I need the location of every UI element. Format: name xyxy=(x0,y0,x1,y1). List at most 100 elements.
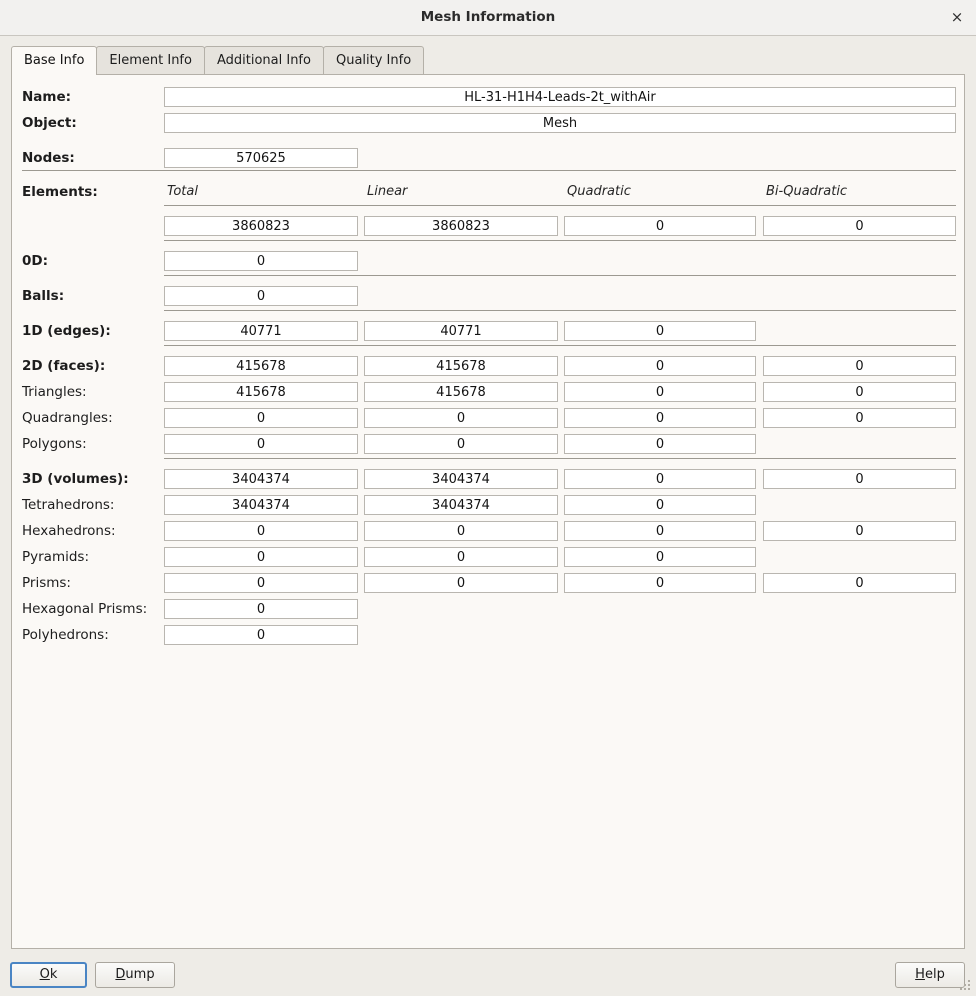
name-label: Name: xyxy=(22,89,72,105)
value-field-r5-c3[interactable]: 0 xyxy=(763,382,956,402)
value-field-r3-c2[interactable]: 0 xyxy=(564,321,756,341)
value-field-r0-c2[interactable]: 0 xyxy=(564,216,756,236)
value-field-r3-c1[interactable]: 40771 xyxy=(364,321,558,341)
resize-grip-icon[interactable] xyxy=(960,980,973,993)
value-field-r14-c0[interactable]: 0 xyxy=(164,625,358,645)
row-label-hexahedrons: Hexahedrons: xyxy=(22,523,116,539)
value-field-r9-c1[interactable]: 3404374 xyxy=(364,495,558,515)
value-field-r7-c1[interactable]: 0 xyxy=(364,434,558,454)
row-label-polyhedrons: Polyhedrons: xyxy=(22,627,109,643)
value-field-r10-c0[interactable]: 0 xyxy=(164,521,358,541)
value-field-r8-c1[interactable]: 3404374 xyxy=(364,469,558,489)
dialog-footer: Ok Dump Help xyxy=(0,955,976,996)
value-field-r7-c2[interactable]: 0 xyxy=(564,434,756,454)
value-field-r12-c3[interactable]: 0 xyxy=(763,573,956,593)
row-label-prisms: Prisms: xyxy=(22,575,71,591)
row-label-quadrangles: Quadrangles: xyxy=(22,410,113,426)
help-mnemonic: H xyxy=(915,967,925,982)
value-field-r0-c0[interactable]: 3860823 xyxy=(164,216,358,236)
value-field-r3-c0[interactable]: 40771 xyxy=(164,321,358,341)
dump-mnemonic: D xyxy=(115,967,126,982)
value-field-r4-c1[interactable]: 415678 xyxy=(364,356,558,376)
value-field-r9-c2[interactable]: 0 xyxy=(564,495,756,515)
value-field-r12-c1[interactable]: 0 xyxy=(364,573,558,593)
tab-base-info[interactable]: Base Info xyxy=(11,46,98,75)
row-label-hexagonal-prisms: Hexagonal Prisms: xyxy=(22,601,148,617)
info-row: Hexagonal Prisms: 0 xyxy=(12,596,964,622)
row-label-triangles: Triangles: xyxy=(22,384,87,400)
close-icon[interactable]: × xyxy=(946,7,968,29)
value-field-r6-c1[interactable]: 0 xyxy=(364,408,558,428)
row-label-tetrahedrons: Tetrahedrons: xyxy=(22,497,115,513)
info-row: Name: HL-31-H1H4-Leads-2t_withAir xyxy=(12,84,964,110)
info-row: Hexahedrons: 0 0 0 0 xyxy=(12,518,964,544)
value-field-r9-c0[interactable]: 3404374 xyxy=(164,495,358,515)
value-field-r11-c1[interactable]: 0 xyxy=(364,547,558,567)
value-field-r13-c0[interactable]: 0 xyxy=(164,599,358,619)
info-row: 2D (faces): 415678 415678 0 0 xyxy=(12,353,964,379)
info-row: 3D (volumes): 3404374 3404374 0 0 xyxy=(12,466,964,492)
value-field-r5-c0[interactable]: 415678 xyxy=(164,382,358,402)
value-field-r5-c1[interactable]: 415678 xyxy=(364,382,558,402)
value-field-r6-c3[interactable]: 0 xyxy=(763,408,956,428)
value-field-r11-c0[interactable]: 0 xyxy=(164,547,358,567)
value-field-r4-c2[interactable]: 0 xyxy=(564,356,756,376)
info-row: Balls: 0 xyxy=(12,283,964,309)
object-label: Object: xyxy=(22,115,77,131)
tab-additional-info[interactable]: Additional Info xyxy=(203,46,324,74)
value-field-r4-c3[interactable]: 0 xyxy=(763,356,956,376)
value-field-r8-c0[interactable]: 3404374 xyxy=(164,469,358,489)
row-label-3d-volumes: 3D (volumes): xyxy=(22,471,129,487)
info-row: 0D: 0 xyxy=(12,248,964,274)
value-field-r7-c0[interactable]: 0 xyxy=(164,434,358,454)
value-field-r2-c0[interactable]: 0 xyxy=(164,286,358,306)
section-separator xyxy=(164,205,956,206)
name-field[interactable]: HL-31-H1H4-Leads-2t_withAir xyxy=(164,87,956,107)
value-field-r8-c2[interactable]: 0 xyxy=(564,469,756,489)
value-field-r5-c2[interactable]: 0 xyxy=(564,382,756,402)
row-label-2d-faces: 2D (faces): xyxy=(22,358,106,374)
section-separator xyxy=(164,240,956,241)
ok-label-rest: k xyxy=(49,967,58,982)
value-field-r11-c2[interactable]: 0 xyxy=(564,547,756,567)
dump-label-rest: ump xyxy=(125,967,155,982)
column-header-bi-quadratic: Bi-Quadratic xyxy=(766,184,848,199)
value-field-r0-c1[interactable]: 3860823 xyxy=(364,216,558,236)
info-row: Polygons: 0 0 0 xyxy=(12,431,964,457)
info-row: Pyramids: 0 0 0 xyxy=(12,544,964,570)
column-header-quadratic: Quadratic xyxy=(567,184,631,199)
value-field-r1-c0[interactable]: 0 xyxy=(164,251,358,271)
value-field-r10-c1[interactable]: 0 xyxy=(364,521,558,541)
object-field[interactable]: Mesh xyxy=(164,113,956,133)
tab-quality-info[interactable]: Quality Info xyxy=(322,46,425,74)
info-row: Elements: Total Linear Quadratic Bi-Quadrati… xyxy=(12,179,964,205)
section-separator xyxy=(164,345,956,346)
window-titlebar: Mesh Information × xyxy=(0,0,976,36)
value-field-r6-c0[interactable]: 0 xyxy=(164,408,358,428)
value-field-r6-c2[interactable]: 0 xyxy=(564,408,756,428)
value-field-r8-c3[interactable]: 0 xyxy=(763,469,956,489)
value-field-r12-c2[interactable]: 0 xyxy=(564,573,756,593)
info-row: 3860823 3860823 0 0 xyxy=(12,213,964,239)
info-row: Nodes: 570625 xyxy=(12,145,964,171)
section-separator xyxy=(164,310,956,311)
value-field-r0-c3[interactable]: 0 xyxy=(763,216,956,236)
info-row: 1D (edges): 40771 40771 0 xyxy=(12,318,964,344)
info-row: Object: Mesh xyxy=(12,110,964,136)
column-header-linear: Linear xyxy=(367,184,408,199)
section-separator xyxy=(22,170,956,171)
nodes-label: Nodes: xyxy=(22,150,75,166)
value-field-r10-c2[interactable]: 0 xyxy=(564,521,756,541)
value-field-r4-c0[interactable]: 415678 xyxy=(164,356,358,376)
value-field-r12-c0[interactable]: 0 xyxy=(164,573,358,593)
help-button[interactable]: Help xyxy=(895,962,965,988)
tab-element-info[interactable]: Element Info xyxy=(96,46,205,74)
row-label-polygons: Polygons: xyxy=(22,436,87,452)
value-field-r10-c3[interactable]: 0 xyxy=(763,521,956,541)
base-info-panel: Name: HL-31-H1H4-Leads-2t_withAir Object: M… xyxy=(11,74,965,949)
info-row: Polyhedrons: 0 xyxy=(12,622,964,648)
ok-button[interactable]: Ok xyxy=(10,962,87,988)
nodes-field[interactable]: 570625 xyxy=(164,148,358,168)
info-row: Quadrangles: 0 0 0 0 xyxy=(12,405,964,431)
dump-button[interactable]: Dump xyxy=(95,962,175,988)
